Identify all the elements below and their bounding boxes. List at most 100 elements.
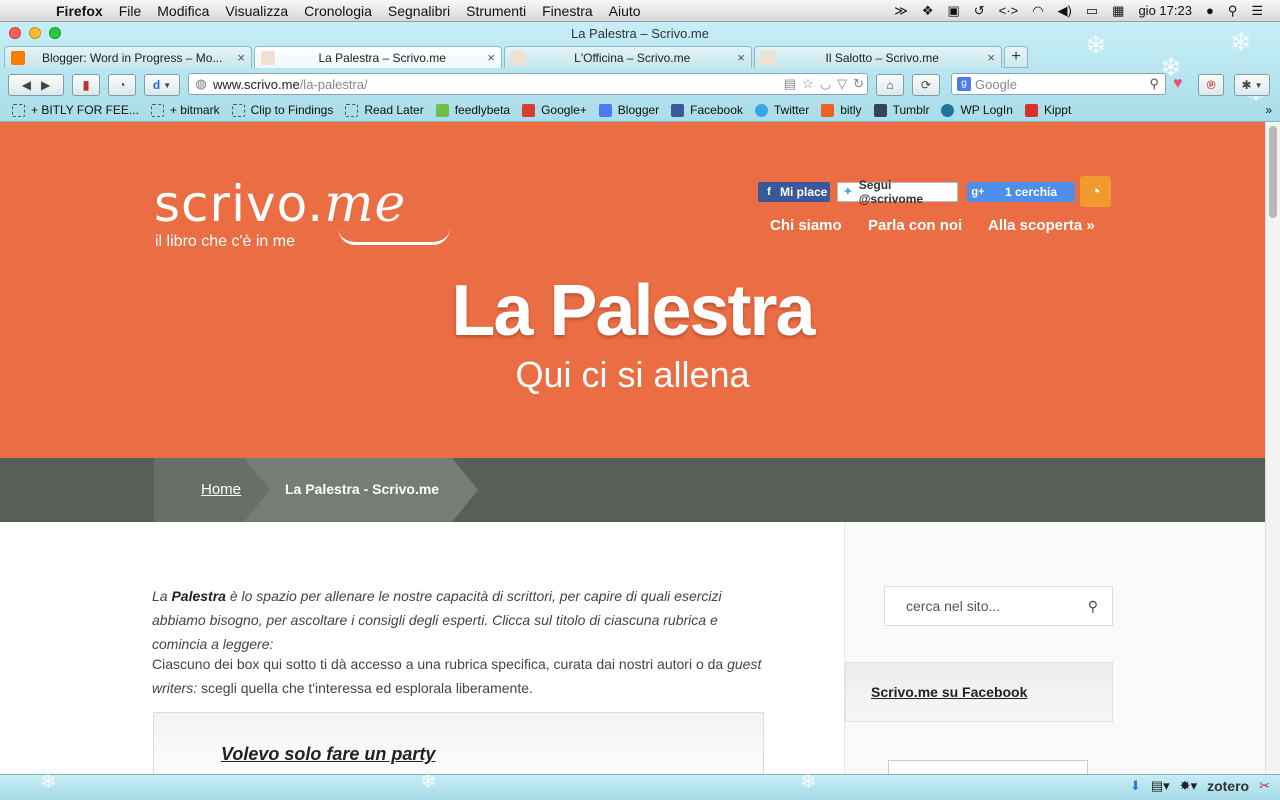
new-tab-button[interactable]: + [1004,46,1028,68]
bookmark-tumblr[interactable]: Tumblr [873,103,929,117]
bookmark-twitter[interactable]: Twitter [754,103,809,117]
menu-visualizza[interactable]: Visualizza [217,0,296,22]
code-icon[interactable]: <·> [999,3,1019,18]
download-icon[interactable]: ⬇ [1130,778,1141,794]
search-icon[interactable]: ⚲ [1088,598,1098,615]
addons-menu-button[interactable]: ✱ ▼ [1234,74,1270,96]
heart-icon[interactable]: ♥ [1173,75,1183,93]
back-forward-buttons[interactable]: ◀ ▶ [8,74,64,96]
bookmark-clip-to-findings[interactable]: Clip to Findings [231,103,333,117]
evernote-icon[interactable]: ▣ [947,3,959,19]
timemachine-icon[interactable]: ↺ [974,3,985,19]
breadcrumb-home-link[interactable]: Home [201,481,241,498]
spotlight-icon[interactable]: ⚲ [1228,3,1238,19]
tab-salotto[interactable]: Il Salotto – Scrivo.me × [754,46,1002,68]
facebook-like-button[interactable]: f Mi place [758,182,830,202]
bookmark-kippt[interactable]: Kippt [1024,103,1071,117]
rss-icon: ◔ [1090,182,1101,201]
page-style-icon[interactable]: ▤▾ [1151,778,1170,794]
pocket-icon[interactable]: ◡ [820,76,831,92]
intro-prefix: La [152,588,172,604]
close-icon[interactable]: × [487,50,495,65]
tab-la-palestra[interactable]: La Palestra – Scrivo.me × [254,46,502,68]
delicious-icon: d [152,78,161,92]
page-subtitle: Qui ci si allena [515,354,750,395]
page-title: La Palestra [451,271,815,351]
bookmark-wp-login[interactable]: WP LogIn [941,103,1013,117]
wifi-icon[interactable]: ◠ [1032,3,1043,19]
menu-strumenti[interactable]: Strumenti [458,0,534,22]
menu-file[interactable]: File [111,0,150,22]
rss-button[interactable]: ◔ [108,74,136,96]
dropbox-icon[interactable]: ❖ [922,3,934,19]
bookmark-label: Read Later [364,103,424,117]
bookmark-bitmark[interactable]: + bitmark [150,103,220,117]
reload-icon[interactable]: ↻ [853,76,864,92]
menu-modifica[interactable]: Modifica [149,0,217,22]
facebook-widget-title[interactable]: Scrivo.me su Facebook [871,684,1027,700]
sync-button[interactable]: ⟳ [912,74,940,96]
search-icon[interactable]: ⚲ [1149,76,1159,92]
tumblr-icon [873,103,887,117]
main-content: La Palestra è lo spazio per allenare le … [0,522,845,774]
close-icon[interactable]: × [987,50,995,65]
nav-parla-con-noi[interactable]: Parla con noi [868,217,962,234]
close-icon[interactable]: × [737,50,745,65]
bookmarks-overflow-icon[interactable]: » [1265,103,1272,117]
rss-icon: ◔ [118,78,126,92]
reader-icon[interactable]: ▤ [784,76,796,92]
bookmark-bitly[interactable]: bitly [821,103,862,117]
close-icon[interactable]: × [237,50,245,65]
rss-feed-button[interactable]: ◔ [1080,176,1111,207]
tab-blogger[interactable]: Blogger: Word in Progress – Mo... × [4,46,252,68]
bookmark-label: + bitmark [169,103,220,117]
fastforward-icon[interactable]: ≫ [894,3,908,19]
tab-label: L'Officina – Scrivo.me [574,50,691,65]
dropdown-icon[interactable]: ▽ [837,76,847,92]
bookmark-googleplus[interactable]: Google+ [522,103,587,117]
googleplus-follow-button[interactable]: g+ 1 cerchia [967,182,1075,202]
delicious-button[interactable]: d ▼ [144,74,180,96]
clock[interactable]: gio 17:23 [1138,3,1192,18]
scissors-icon[interactable]: ✂ [1259,778,1270,794]
nav-chi-siamo[interactable]: Chi siamo [770,217,842,234]
back-icon[interactable]: ◀ [22,78,31,92]
user-icon[interactable]: ● [1206,3,1214,18]
battery-icon[interactable]: ▭ [1086,3,1098,19]
page-scrollbar[interactable] [1265,122,1280,774]
menu-cronologia[interactable]: Cronologia [296,0,380,22]
pinterest-button[interactable]: ℗ [1198,74,1224,96]
menu-segnalibri[interactable]: Segnalibri [380,0,458,22]
menu-firefox[interactable]: Firefox [48,0,111,22]
googleplus-icon [522,103,536,117]
site-logo[interactable]: scrivo.me [154,174,406,234]
bookmark-facebook[interactable]: Facebook [671,103,743,117]
url-bar[interactable]: ◍ www.scrivo.me/la-palestra/ ▤ ☆ ◡ ▽ ↻ [188,73,868,95]
rubrica-title-link[interactable]: Volevo solo fare un party [221,744,435,765]
tab-label: Blogger: Word in Progress – Mo... [41,50,223,65]
volume-icon[interactable]: ◀) [1058,3,1072,19]
fox-icon[interactable]: ✸▾ [1180,778,1197,794]
home-button[interactable]: ⌂ [876,74,904,96]
bookmark-blogger[interactable]: Blogger [598,103,659,117]
bookmark-bitly-feed[interactable]: + BITLY FOR FEE... [12,103,139,117]
addon-bar: ❄ ❄ ❄ ⬇ ▤▾ ✸▾ zotero ✂ [0,771,1280,800]
readability-button[interactable]: ▮ [72,74,100,96]
google-icon[interactable]: g [957,77,971,91]
star-icon[interactable]: ☆ [802,76,814,92]
forward-icon[interactable]: ▶ [41,78,50,92]
googleplus-icon: g+ [971,186,985,198]
menu-finestra[interactable]: Finestra [534,0,601,22]
tab-officina[interactable]: L'Officina – Scrivo.me × [504,46,752,68]
scrollbar-thumb[interactable] [1269,126,1277,218]
nav-alla-scoperta[interactable]: Alla scoperta » [988,217,1095,234]
menu-aiuto[interactable]: Aiuto [601,0,649,22]
calendar-icon[interactable]: ▦ [1112,3,1124,19]
bookmark-read-later[interactable]: Read Later [345,103,424,117]
site-search-input[interactable]: cerca nel sito... ⚲ [884,586,1113,626]
search-box[interactable]: g Google ⚲ [951,73,1166,95]
zotero-button[interactable]: zotero [1207,778,1249,794]
bookmark-feedly[interactable]: feedlybeta [435,103,510,117]
twitter-follow-button[interactable]: ✦ Segui @scrivome [837,178,958,206]
notification-icon[interactable]: ☰ [1251,3,1263,19]
